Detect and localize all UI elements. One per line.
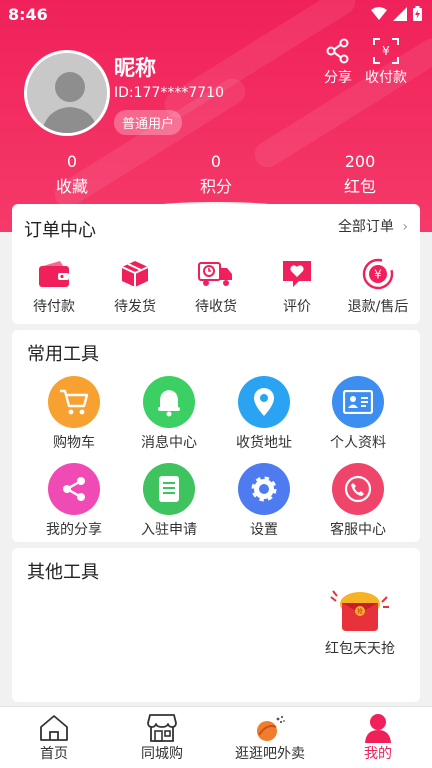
chevron-right-icon: › [402, 219, 408, 235]
receive-payment-button[interactable]: ¥ 收付款 [360, 38, 412, 87]
all-orders-label: 全部订单 [337, 219, 394, 235]
gear-icon [251, 476, 277, 502]
tab-label: 同城购 [141, 746, 183, 762]
tool-settle-application[interactable]: 入驻申请 [121, 463, 217, 539]
home-icon [40, 715, 68, 741]
share-icon [326, 38, 349, 64]
member-level-badge: 普通用户 [114, 110, 183, 135]
location-icon [254, 388, 274, 416]
order-label: 待收货 [195, 299, 237, 315]
tool-label: 个人资料 [330, 435, 386, 451]
avatar[interactable] [24, 50, 110, 136]
tool-cart[interactable]: 购物车 [26, 376, 122, 452]
stat-points[interactable]: 0 积分 [171, 152, 261, 197]
tool-label: 设置 [250, 522, 278, 538]
tool-label: 客服中心 [330, 522, 386, 538]
heart-message-icon [283, 261, 311, 287]
receive-label: 收付款 [365, 70, 407, 86]
status-time: 8:46 [8, 5, 48, 24]
battery-icon [413, 6, 422, 21]
order-pending-payment[interactable]: 待付款 [14, 258, 94, 316]
status-bar: 8:46 [0, 0, 432, 30]
tab-label: 首页 [40, 746, 68, 762]
svg-text:¥: ¥ [374, 268, 382, 282]
signal-icon [393, 6, 407, 21]
stat-label: 红包 [343, 177, 376, 196]
share-label: 分享 [324, 70, 352, 86]
store-icon [147, 714, 177, 742]
tab-takeout[interactable]: 逛逛吧外卖 [216, 713, 324, 763]
tab-label: 我的 [364, 746, 392, 762]
tool-label: 红包天天抢 [325, 641, 395, 657]
share-icon [63, 477, 85, 501]
tool-red-packet[interactable]: 抢 红包天天抢 [312, 586, 408, 658]
tool-customer-service[interactable]: 客服中心 [310, 463, 406, 539]
wifi-icon [371, 6, 387, 20]
stat-favorites[interactable]: 0 收藏 [27, 152, 117, 197]
svg-text:¥: ¥ [382, 44, 390, 58]
bottom-tab-bar: 首页 同城购 逛逛吧外卖 我的 [0, 706, 432, 768]
box-icon [121, 261, 149, 287]
all-orders-link[interactable]: 全部订单 › [338, 216, 408, 236]
tool-label: 我的分享 [46, 522, 102, 538]
tab-label: 逛逛吧外卖 [235, 746, 305, 762]
other-tools-title: 其他工具 [27, 562, 99, 583]
tool-label: 入驻申请 [141, 522, 197, 538]
stat-value: 0 [210, 152, 222, 171]
stat-label: 收藏 [55, 177, 88, 196]
tool-label: 收货地址 [236, 435, 292, 451]
cart-icon [60, 389, 89, 415]
tool-my-share[interactable]: 我的分享 [26, 463, 122, 539]
svg-text:抢: 抢 [357, 608, 363, 616]
order-pending-shipment[interactable]: 待发货 [95, 258, 175, 316]
order-label: 退款/售后 [347, 299, 409, 315]
order-label: 待付款 [33, 299, 75, 315]
share-button[interactable]: 分享 [312, 38, 364, 87]
scan-yuan-icon: ¥ [373, 38, 399, 64]
nickname[interactable]: 昵称 [114, 52, 156, 82]
wallet-icon [39, 261, 69, 287]
order-label: 待发货 [114, 299, 156, 315]
order-pending-receipt[interactable]: 待收货 [176, 258, 256, 316]
stat-value: 200 [344, 152, 376, 171]
tool-profile[interactable]: 个人资料 [310, 376, 406, 452]
stat-label: 积分 [199, 177, 232, 196]
tool-address[interactable]: 收货地址 [216, 376, 312, 452]
tool-label: 购物车 [53, 435, 95, 451]
common-tools-title: 常用工具 [27, 344, 99, 365]
red-packet-icon: 抢 [330, 590, 389, 631]
id-card-icon [343, 390, 373, 414]
order-label: 评价 [283, 299, 311, 315]
tool-messages[interactable]: 消息中心 [121, 376, 217, 452]
user-icon [365, 714, 391, 743]
refund-icon: ¥ [362, 258, 394, 290]
order-refund[interactable]: ¥ 退款/售后 [338, 258, 418, 316]
tab-local-shopping[interactable]: 同城购 [108, 713, 216, 763]
tool-label: 消息中心 [141, 435, 197, 451]
order-review[interactable]: 评价 [257, 258, 337, 316]
stat-red-packets[interactable]: 200 红包 [315, 152, 405, 197]
tab-home[interactable]: 首页 [0, 713, 108, 763]
stat-value: 0 [66, 152, 78, 171]
document-icon [159, 476, 179, 502]
tab-mine[interactable]: 我的 [324, 713, 432, 763]
order-center-title: 订单中心 [24, 220, 96, 241]
phone-icon [344, 475, 372, 503]
bell-icon [158, 390, 180, 417]
takeout-icon [257, 715, 285, 741]
tool-settings[interactable]: 设置 [216, 463, 312, 539]
truck-icon [198, 262, 232, 286]
user-id: ID:177****7710 [114, 85, 224, 101]
